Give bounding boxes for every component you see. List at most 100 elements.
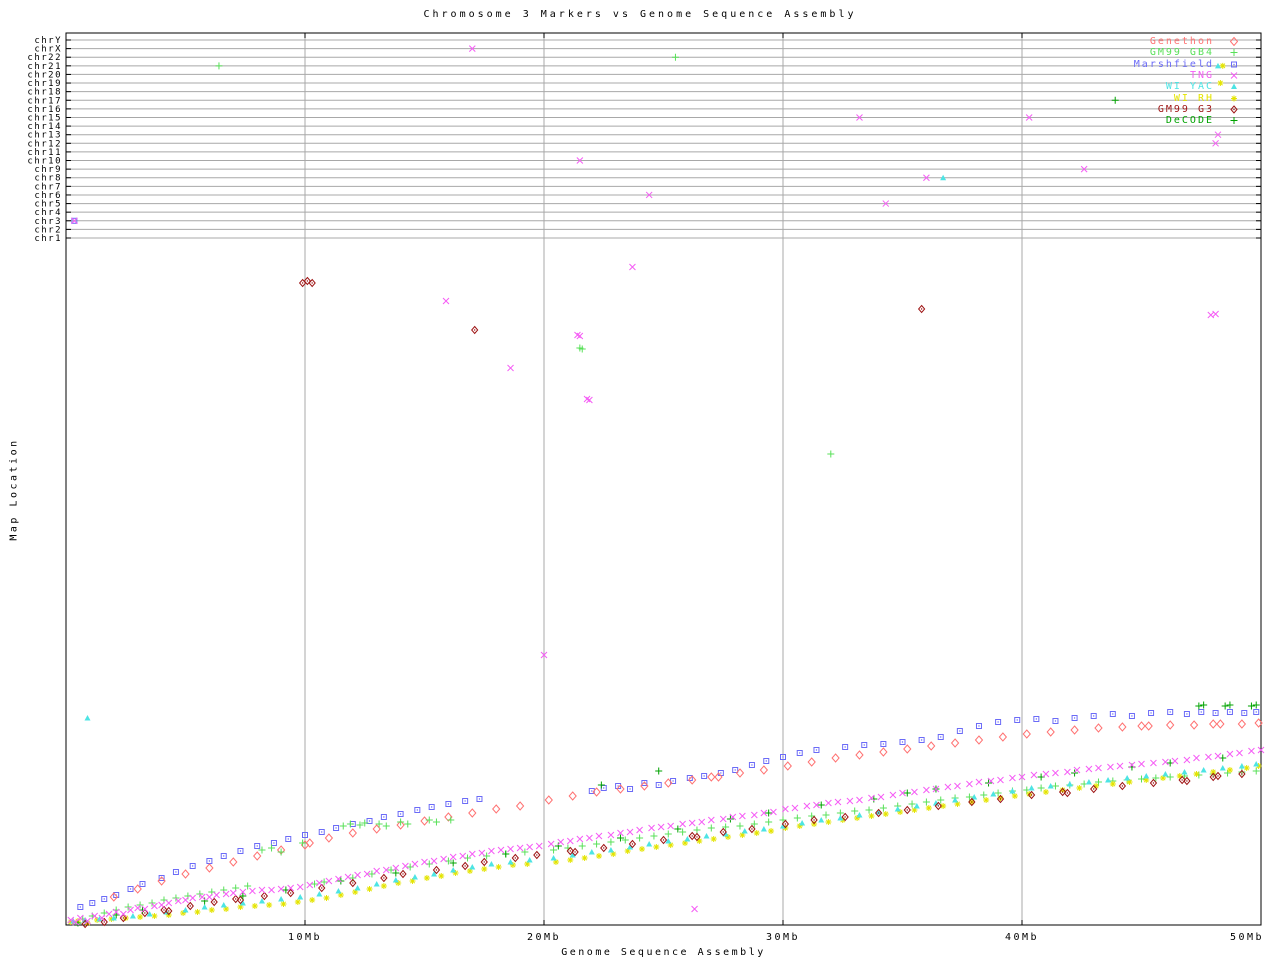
marker	[765, 819, 772, 826]
marker	[1067, 792, 1068, 793]
marker	[1229, 711, 1230, 712]
marker	[1095, 765, 1101, 771]
marker	[1201, 711, 1202, 712]
marker	[851, 808, 858, 815]
marker	[1238, 720, 1245, 728]
marker	[708, 773, 715, 781]
marker	[508, 846, 514, 852]
marker	[579, 843, 586, 850]
marker	[870, 796, 877, 803]
marker	[159, 902, 165, 908]
scatter-plot-canvas: chrYchrXchr22chr21chr20chr19chr18chr17ch…	[0, 0, 1280, 960]
marker	[761, 826, 767, 832]
marker	[376, 821, 383, 828]
marker	[921, 308, 922, 309]
marker	[220, 887, 227, 894]
marker	[400, 813, 401, 814]
marker	[880, 805, 887, 812]
legend: GenethonGM99 GB4MarshfieldTNGWI YACWI RH…	[1040, 36, 1250, 126]
marker	[1150, 760, 1156, 766]
marker	[629, 264, 635, 270]
marker	[1162, 771, 1168, 777]
marker	[1009, 775, 1015, 781]
marker	[653, 844, 659, 850]
marker	[1248, 703, 1255, 710]
x-tick-label-30Mb: 30Mb	[766, 932, 800, 943]
marker	[1093, 788, 1094, 789]
marker	[672, 54, 679, 61]
marker	[422, 859, 428, 865]
marker	[883, 811, 889, 817]
marker	[689, 820, 695, 826]
marker	[658, 784, 659, 785]
marker	[1117, 763, 1123, 769]
marker	[928, 742, 935, 750]
marker	[668, 823, 674, 829]
marker	[639, 846, 645, 852]
marker	[460, 853, 466, 859]
marker	[309, 897, 315, 903]
marker	[230, 890, 236, 896]
marker	[431, 858, 437, 864]
marker	[1036, 718, 1037, 719]
marker	[997, 721, 998, 722]
marker	[567, 838, 573, 844]
marker	[1145, 722, 1152, 730]
marker	[297, 894, 303, 900]
marker	[856, 812, 862, 818]
marker	[436, 869, 437, 870]
marker	[355, 872, 361, 878]
marker	[297, 884, 303, 890]
legend-item-decode: DeCODE	[1040, 115, 1250, 126]
marker	[1138, 776, 1145, 783]
marker	[708, 817, 714, 823]
marker	[1143, 773, 1149, 779]
marker	[142, 883, 143, 884]
marker	[997, 777, 1003, 783]
marker	[1184, 757, 1190, 763]
marker	[307, 280, 308, 281]
marker	[1071, 726, 1078, 734]
legend-item-marshfield: Marshfield	[1040, 59, 1250, 70]
marker	[1076, 785, 1082, 791]
marker	[792, 805, 798, 811]
marker	[1213, 311, 1219, 317]
marker	[448, 803, 449, 804]
marker	[975, 736, 982, 744]
marker	[527, 844, 533, 850]
marker	[469, 864, 475, 870]
marker	[1169, 711, 1170, 712]
marker	[1122, 785, 1123, 786]
marker	[517, 802, 524, 810]
marker	[1172, 758, 1178, 764]
marker	[1107, 764, 1113, 770]
x-tick-label-50Mb: 50Mb	[1230, 932, 1264, 943]
marker	[484, 861, 485, 862]
marker	[567, 857, 573, 863]
marker	[827, 451, 834, 458]
marker	[735, 769, 736, 770]
marker	[856, 751, 863, 759]
marker	[239, 893, 246, 900]
marker	[325, 834, 332, 842]
marker	[1112, 713, 1113, 714]
marker	[269, 887, 275, 893]
marker	[280, 901, 286, 907]
legend-item-wirh: WI RH	[1040, 92, 1250, 103]
marker	[450, 854, 456, 860]
marker	[971, 801, 972, 802]
marker	[447, 817, 454, 824]
marker	[945, 784, 951, 790]
marker	[878, 812, 879, 813]
marker	[295, 899, 301, 905]
legend-marker-tng-icon	[1214, 70, 1250, 81]
marker	[813, 819, 814, 820]
marker	[545, 796, 552, 804]
marker	[608, 832, 614, 838]
marker	[720, 772, 721, 773]
marker	[324, 895, 330, 901]
marker	[804, 803, 810, 809]
marker	[768, 828, 774, 834]
marker	[679, 829, 686, 836]
marker	[206, 864, 213, 872]
